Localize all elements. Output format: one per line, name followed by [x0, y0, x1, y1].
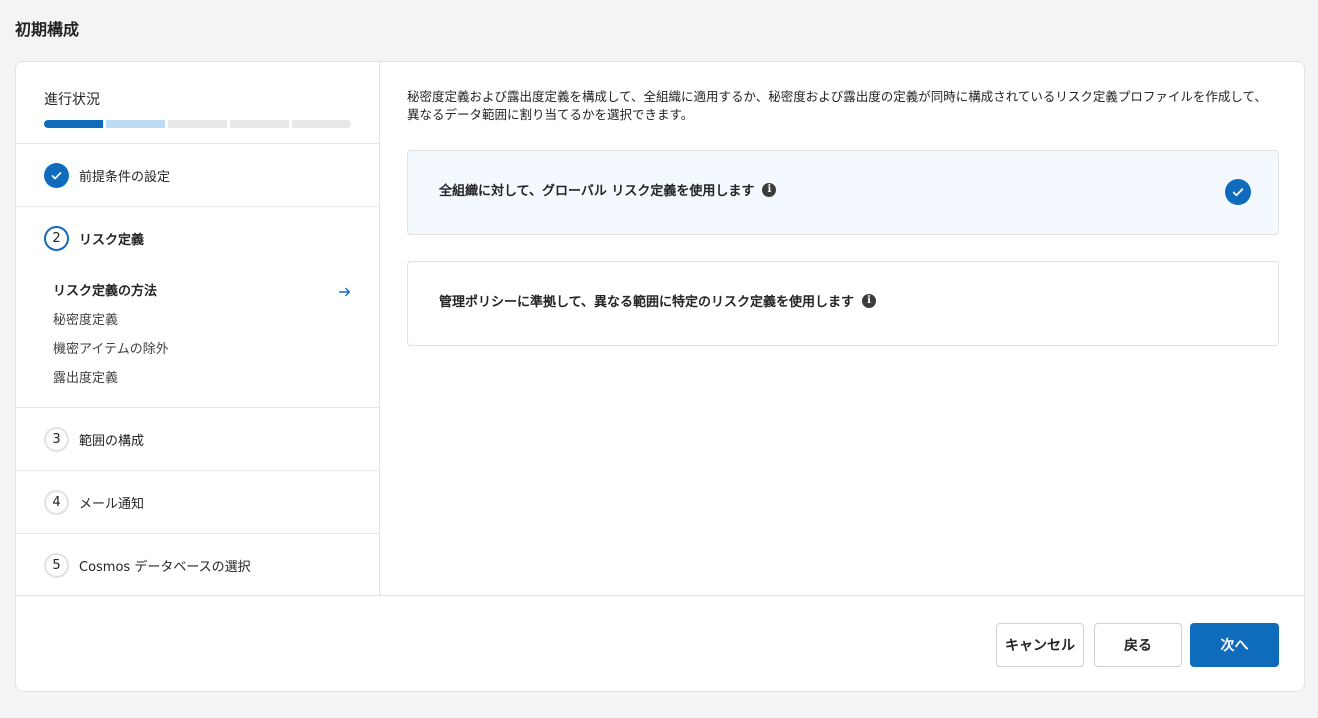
step-label: リスク定義 [79, 232, 145, 248]
substep-label: リスク定義の方法 [53, 284, 158, 299]
cancel-button[interactable]: キャンセル [996, 623, 1084, 667]
next-button[interactable]: 次へ [1190, 623, 1279, 667]
step-email[interactable]: 4 メール通知 [16, 471, 379, 534]
progress-segment [230, 120, 289, 128]
step-label: 前提条件の設定 [79, 169, 171, 185]
description-text: 秘密度定義および露出度定義を構成して、全組織に適用するか、秘密度および露出度の定… [407, 89, 1267, 122]
step-label: Cosmos データベースの選択 [79, 559, 251, 575]
progress-segment [44, 120, 103, 128]
progress-bar [44, 120, 351, 128]
step-number: 2 [44, 225, 69, 251]
step-number: 4 [44, 489, 69, 515]
step-risk-definition[interactable]: 2 リスク定義 リスク定義の方法 秘密度定義 機密アイテムの除外 露出度定義 [16, 207, 379, 408]
wizard-card: 進行状況 前提条件の設定 2 リスク定義 リスク定義の方法 秘密度定義 機密アイ… [15, 61, 1305, 692]
step-cosmos[interactable]: 5 Cosmos データベースの選択 [16, 534, 379, 596]
progress-section: 進行状況 [16, 62, 379, 144]
arrow-right-icon [338, 277, 352, 308]
progress-segment [106, 120, 165, 128]
step-scope[interactable]: 3 範囲の構成 [16, 408, 379, 471]
substep-risk-method[interactable]: リスク定義の方法 [53, 277, 352, 306]
step-label: 範囲の構成 [79, 433, 145, 449]
step-label: メール通知 [79, 496, 145, 512]
substep-exclusions[interactable]: 機密アイテムの除外 [53, 335, 352, 364]
option-label: 全組織に対して、グローバル リスク定義を使用します [439, 184, 755, 199]
back-button[interactable]: 戻る [1094, 623, 1182, 667]
info-icon[interactable]: i [762, 182, 777, 197]
check-icon [1225, 179, 1251, 205]
substep-exposure[interactable]: 露出度定義 [53, 364, 352, 393]
progress-segment [292, 120, 351, 128]
step-prerequisites[interactable]: 前提条件の設定 [16, 144, 379, 207]
wizard-footer: キャンセル 戻る 次へ [16, 595, 1304, 691]
option-scoped-risk[interactable]: 管理ポリシーに準拠して、異なる範囲に特定のリスク定義を使用します i [407, 261, 1279, 346]
check-icon [44, 162, 69, 188]
page-title: 初期構成 [15, 20, 80, 39]
option-global-risk[interactable]: 全組織に対して、グローバル リスク定義を使用します i [407, 150, 1279, 235]
wizard-content: 秘密度定義および露出度定義を構成して、全組織に適用するか、秘密度および露出度の定… [407, 88, 1279, 346]
info-icon[interactable]: i [861, 293, 876, 308]
substep-sensitivity[interactable]: 秘密度定義 [53, 306, 352, 335]
step-number: 5 [44, 552, 69, 578]
substep-list: リスク定義の方法 秘密度定義 機密アイテムの除外 露出度定義 [16, 269, 379, 407]
progress-segment [168, 120, 227, 128]
option-label: 管理ポリシーに準拠して、異なる範囲に特定のリスク定義を使用します [439, 295, 854, 310]
progress-label: 進行状況 [44, 92, 100, 108]
wizard-sidebar: 進行状況 前提条件の設定 2 リスク定義 リスク定義の方法 秘密度定義 機密アイ… [16, 62, 380, 595]
step-number: 3 [44, 426, 69, 452]
